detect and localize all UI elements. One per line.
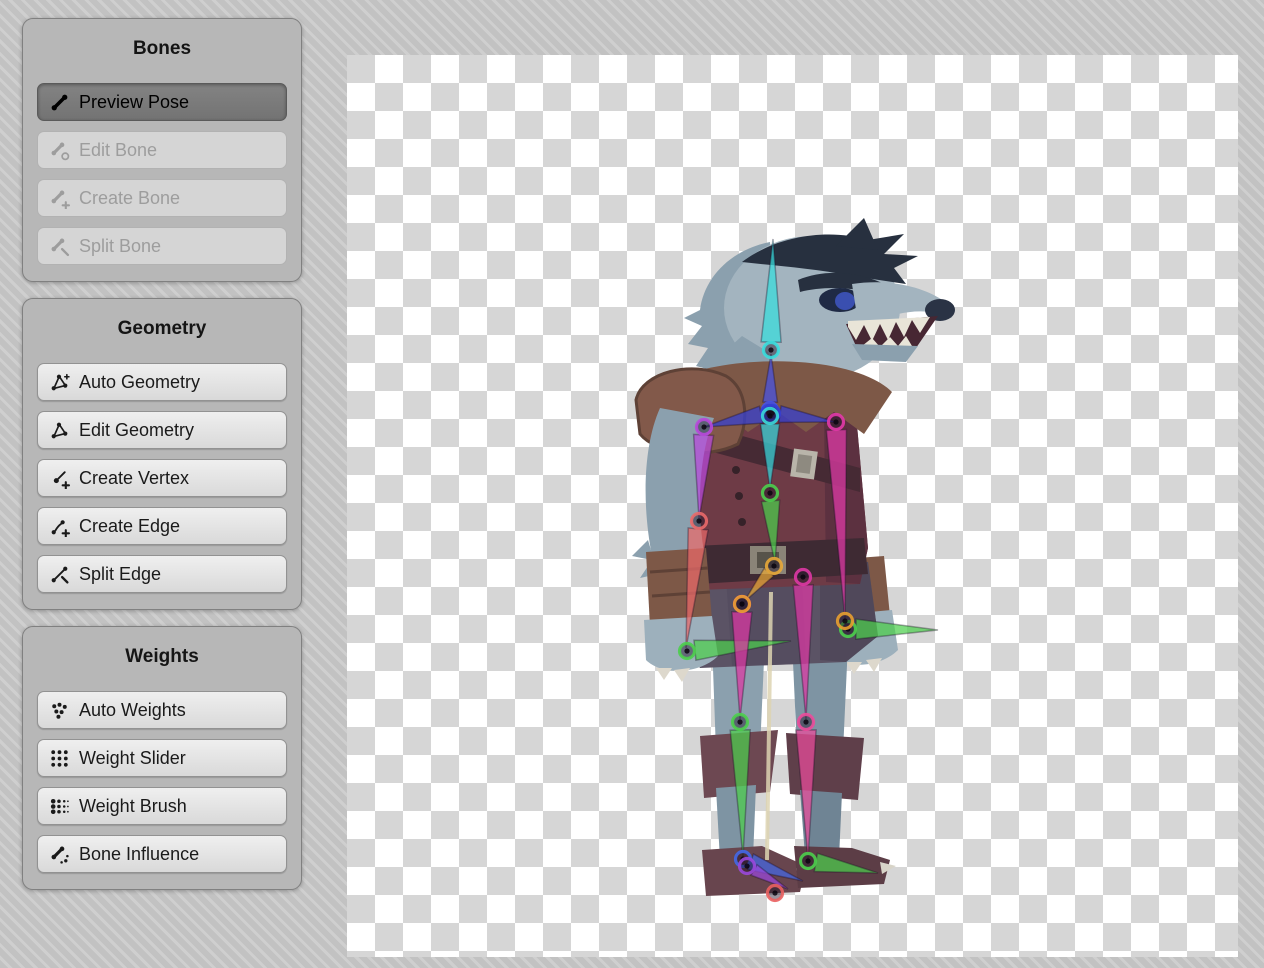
stud (738, 518, 746, 526)
button-label: Auto Geometry (79, 372, 200, 393)
bone-influence-icon (48, 843, 70, 865)
ear (836, 218, 878, 250)
joint[interactable] (768, 886, 783, 901)
claw (866, 658, 882, 672)
button-label: Weight Slider (79, 748, 186, 769)
joint-forearm-l[interactable] (692, 514, 707, 529)
joint-head[interactable] (764, 343, 779, 358)
joint[interactable] (838, 614, 853, 629)
joint-foot-r[interactable] (801, 854, 816, 869)
joint-hand-l[interactable] (680, 644, 695, 659)
joint-thigh-r[interactable] (796, 570, 811, 585)
stud (732, 466, 740, 474)
button-label: Create Vertex (79, 468, 189, 489)
auto-weights-icon (48, 699, 70, 721)
claw (674, 668, 690, 682)
create-edge-button[interactable]: Create Edge (37, 507, 287, 545)
joint-shin-l[interactable] (733, 715, 748, 730)
eye-iris (835, 292, 855, 310)
joint-arm-r[interactable] (829, 415, 844, 430)
stud (735, 492, 743, 500)
create-bone-button[interactable]: Create Bone (37, 179, 287, 217)
edit-geometry-button[interactable]: Edit Geometry (37, 411, 287, 449)
joint[interactable] (735, 597, 750, 612)
button-label: Split Edge (79, 564, 161, 585)
preview-pose-button[interactable]: Preview Pose (37, 83, 287, 121)
edit-bone-button[interactable]: Edit Bone (37, 131, 287, 169)
rig-view (347, 55, 1238, 957)
auto-geometry-icon (48, 371, 70, 393)
auto-geometry-button[interactable]: Auto Geometry (37, 363, 287, 401)
claw (846, 662, 862, 674)
panel-title-bones: Bones (37, 35, 287, 63)
edit-geometry-icon (48, 419, 70, 441)
toolbar-panels: Bones Preview Pose Edit Bone Create Bone Spl… (22, 18, 302, 890)
button-label: Bone Influence (79, 844, 199, 865)
button-label: Edit Bone (79, 140, 157, 161)
bone-influence-button[interactable]: Bone Influence (37, 835, 287, 873)
weight-slider-button[interactable]: Weight Slider (37, 739, 287, 777)
preview-pose-icon (48, 91, 70, 113)
panel-title-geometry: Geometry (37, 315, 287, 343)
sprite-canvas[interactable] (347, 55, 1238, 957)
button-label: Edit Geometry (79, 420, 194, 441)
panel-weights: Weights Auto Weights Weight Slider Weight B… (22, 626, 302, 890)
joint-upper-arm-l[interactable] (697, 420, 712, 435)
edit-bone-icon (48, 139, 70, 161)
jaw (852, 344, 918, 362)
button-label: Split Bone (79, 236, 161, 257)
split-bone-button[interactable]: Split Bone (37, 227, 287, 265)
create-edge-icon (48, 515, 70, 537)
joint-shin-r[interactable] (799, 715, 814, 730)
weight-slider-icon (48, 747, 70, 769)
weight-brush-icon (48, 795, 70, 817)
split-edge-icon (48, 563, 70, 585)
button-label: Auto Weights (79, 700, 186, 721)
joint-pelvis[interactable] (767, 559, 782, 574)
joint-spine-upper[interactable] (763, 409, 778, 424)
panel-title-weights: Weights (37, 643, 287, 671)
create-bone-icon (48, 187, 70, 209)
create-vertex-icon (48, 467, 70, 489)
button-label: Create Edge (79, 516, 180, 537)
panel-bones: Bones Preview Pose Edit Bone Create Bone Spl… (22, 18, 302, 282)
button-label: Preview Pose (79, 92, 189, 113)
create-vertex-button[interactable]: Create Vertex (37, 459, 287, 497)
auto-weights-button[interactable]: Auto Weights (37, 691, 287, 729)
weight-brush-button[interactable]: Weight Brush (37, 787, 287, 825)
panel-geometry: Geometry Auto Geometry Edit Geometry Create… (22, 298, 302, 610)
split-edge-button[interactable]: Split Edge (37, 555, 287, 593)
button-label: Weight Brush (79, 796, 187, 817)
joint-spine-lower[interactable] (763, 486, 778, 501)
button-label: Create Bone (79, 188, 180, 209)
werewolf-sprite (632, 218, 955, 896)
chest-emblem (790, 448, 818, 479)
split-bone-icon (48, 235, 70, 257)
bone-hand-r[interactable] (856, 619, 938, 639)
joint-toe-l[interactable] (740, 859, 755, 874)
claw (656, 668, 672, 680)
